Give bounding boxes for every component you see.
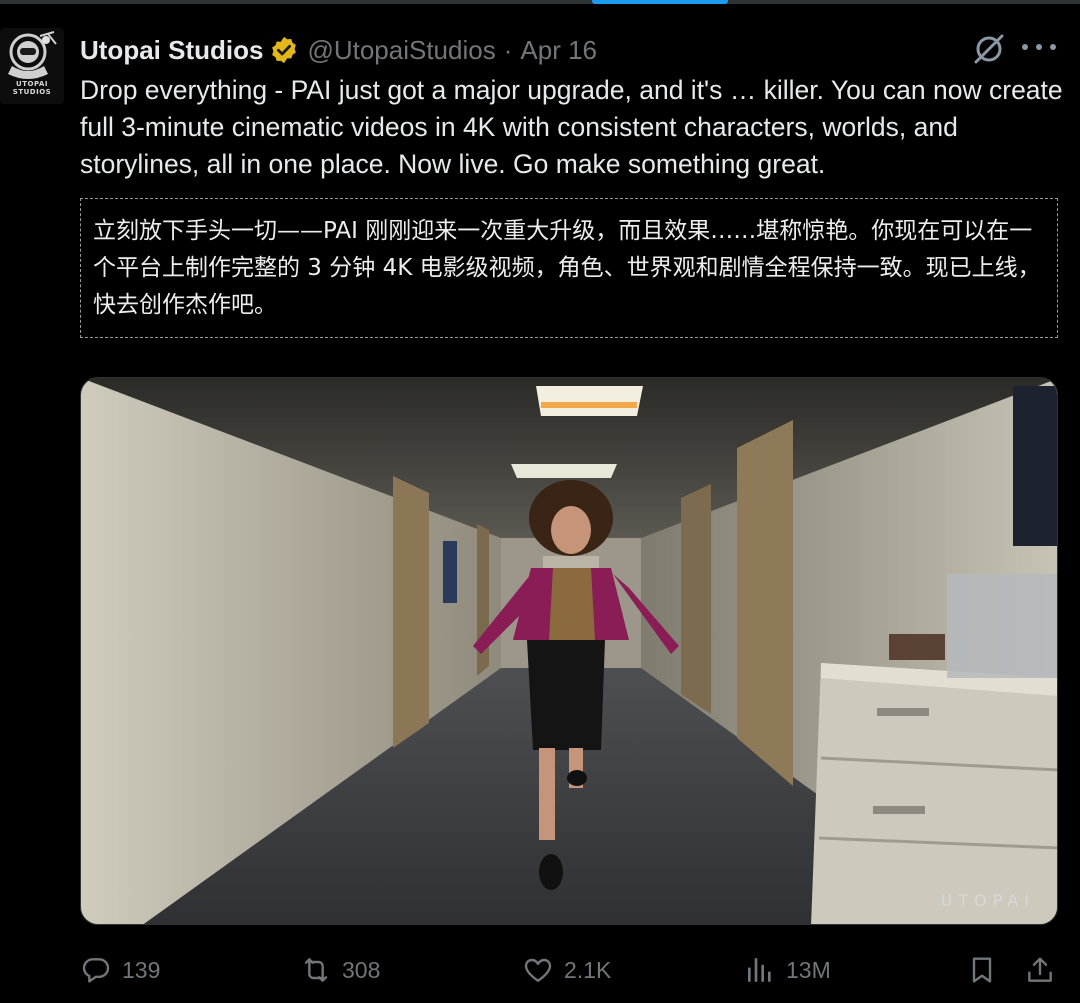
verified-badge-icon[interactable] <box>269 35 299 65</box>
more-dot <box>1036 44 1042 50</box>
more-icon[interactable] <box>1022 44 1056 54</box>
views-button[interactable]: 13M <box>744 948 831 992</box>
avatar[interactable]: UTOPAI STUDIOS <box>0 28 64 104</box>
heart-icon <box>524 958 552 982</box>
translation-box: 立刻放下手头一切——PAI 刚刚迎来一次重大升级，而且效果……堪称惊艳。你现在可… <box>80 198 1058 338</box>
user-handle[interactable]: @UtopaiStudios <box>307 35 495 66</box>
bookmark-icon <box>972 957 992 983</box>
more-dot <box>1050 44 1056 50</box>
more-dot <box>1022 44 1028 50</box>
tweet-actions-bar: 139 308 2.1K 13M <box>80 948 1060 992</box>
repost-icon <box>304 958 328 982</box>
repost-count: 308 <box>342 956 381 983</box>
grok-icon[interactable] <box>970 30 1008 68</box>
hallway-scene-image <box>81 378 1057 924</box>
reply-icon <box>82 958 110 983</box>
tweet-header: Utopai Studios @UtopaiStudios · Apr 16 <box>80 30 597 70</box>
repost-button[interactable]: 308 <box>300 948 380 992</box>
like-button[interactable]: 2.1K <box>522 948 611 992</box>
separator-dot: · <box>503 34 513 65</box>
display-name[interactable]: Utopai Studios <box>80 35 263 66</box>
reply-count: 139 <box>122 956 161 983</box>
bookmark-button[interactable] <box>966 948 998 992</box>
views-icon <box>748 958 771 982</box>
like-count: 2.1K <box>564 956 612 983</box>
avatar-label: UTOPAI STUDIOS <box>12 80 52 96</box>
tweet-text: Drop everything - PAI just got a major u… <box>80 75 1063 179</box>
views-count: 13M <box>786 956 831 983</box>
tweet-date[interactable]: Apr 16 <box>520 35 597 66</box>
top-divider <box>0 0 1080 4</box>
share-icon <box>1028 957 1052 982</box>
share-button[interactable] <box>1024 948 1056 992</box>
active-tab-indicator <box>592 0 728 4</box>
tweet-media[interactable]: UTOPAI <box>80 377 1058 925</box>
utopai-watermark: UTOPAI <box>940 891 1035 910</box>
reply-button[interactable]: 139 <box>80 948 160 992</box>
